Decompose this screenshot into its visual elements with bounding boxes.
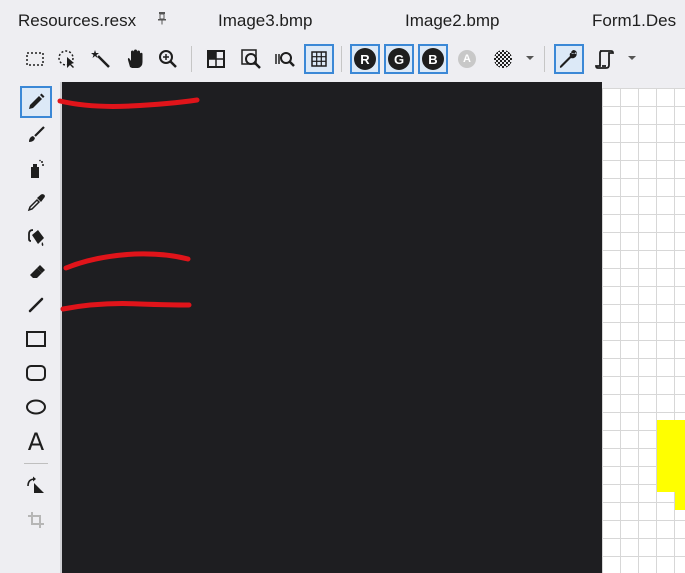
wrench-icon [559, 50, 577, 68]
color-picker-tool[interactable] [20, 187, 52, 219]
yellow-pixels [657, 420, 685, 492]
actual-size-icon [207, 50, 225, 68]
zoom-button[interactable] [153, 44, 183, 74]
rectangle-select-icon [26, 52, 44, 66]
tab-label: Image3.bmp [218, 11, 313, 30]
pixel-grid[interactable] [602, 88, 685, 573]
crop-icon [28, 512, 44, 528]
green-channel-button[interactable]: G [384, 44, 414, 74]
tab-label: Form1.Des [592, 11, 677, 30]
tab-label: Resources.resx [18, 11, 137, 30]
zoom-to-fit-icon [241, 49, 261, 69]
toolbar-separator [341, 46, 342, 72]
toolbar-separator [191, 46, 192, 72]
toolbar-separator [544, 46, 545, 72]
tab-label: Image2.bmp [405, 11, 500, 30]
line-icon [28, 297, 44, 313]
pan-button[interactable] [120, 44, 150, 74]
tab-form1-designer[interactable]: Form1.Des [592, 0, 676, 34]
blue-channel-icon: B [422, 48, 444, 70]
rectangle-select-button[interactable] [20, 44, 50, 74]
magic-wand-icon [91, 50, 110, 68]
rounded-rectangle-tool[interactable] [20, 357, 52, 389]
scroll-icon [595, 50, 614, 69]
ellipse-icon [26, 399, 46, 415]
alpha-channel-button[interactable]: A [452, 44, 482, 74]
ellipse-tool[interactable] [20, 391, 52, 423]
line-tool[interactable] [20, 289, 52, 321]
tab-image3-bmp[interactable]: Image3.bmp [218, 0, 313, 34]
hand-icon [127, 49, 143, 68]
spray-can-icon [31, 159, 44, 178]
document-tab-strip: Resources.resx Image3.bmp Image2.bmp For… [0, 0, 685, 34]
lasso-select-button[interactable] [52, 44, 82, 74]
chevron-down-icon[interactable] [628, 56, 636, 60]
actual-size-button[interactable] [201, 44, 231, 74]
rectangle-tool[interactable] [20, 323, 52, 355]
crop-tool[interactable] [20, 504, 52, 536]
chevron-down-icon[interactable] [526, 56, 534, 60]
advanced-button[interactable] [590, 44, 620, 74]
rectangle-icon [26, 331, 46, 347]
red-channel-button[interactable]: R [350, 44, 380, 74]
yellow-pixels [675, 492, 685, 510]
lasso-select-icon [58, 50, 74, 68]
alpha-channel-icon: A [458, 50, 476, 68]
pin-icon[interactable] [157, 11, 167, 25]
paint-bucket-icon [28, 229, 44, 246]
brush-tool[interactable] [20, 119, 52, 151]
image-editor-toolbar: R G B A [0, 34, 685, 82]
rounded-rectangle-icon [26, 365, 46, 381]
palette-separator [24, 463, 48, 464]
zoom-out-button[interactable] [270, 44, 300, 74]
red-channel-icon: R [354, 48, 376, 70]
eraser-icon [30, 265, 45, 278]
show-pixel-grid-button[interactable] [304, 44, 334, 74]
rotate-icon [27, 476, 44, 493]
properties-button[interactable] [554, 44, 584, 74]
brush-icon [29, 126, 45, 142]
airbrush-tool[interactable] [20, 153, 52, 185]
eraser-tool[interactable] [20, 255, 52, 287]
blue-channel-button[interactable]: B [418, 44, 448, 74]
zoom-to-fit-button[interactable] [236, 44, 266, 74]
magic-wand-button[interactable] [86, 44, 116, 74]
pencil-tool[interactable] [20, 86, 52, 118]
tab-image2-bmp[interactable]: Image2.bmp [405, 0, 500, 34]
green-channel-icon: G [388, 48, 410, 70]
eyedropper-icon [27, 194, 45, 212]
pencil-icon [29, 93, 45, 109]
image-canvas[interactable] [62, 82, 602, 573]
fill-tool[interactable] [20, 221, 52, 253]
rotate-tool[interactable] [20, 470, 52, 502]
grid-icon [311, 51, 327, 67]
tab-resources-resx[interactable]: Resources.resx [18, 0, 136, 34]
checkerboard-icon [494, 50, 512, 68]
text-tool[interactable]: A [20, 426, 52, 458]
text-tool-icon: A [27, 428, 45, 456]
zoom-icon [159, 50, 177, 68]
zoom-out-icon [275, 52, 295, 67]
background-mode-button[interactable] [488, 44, 518, 74]
